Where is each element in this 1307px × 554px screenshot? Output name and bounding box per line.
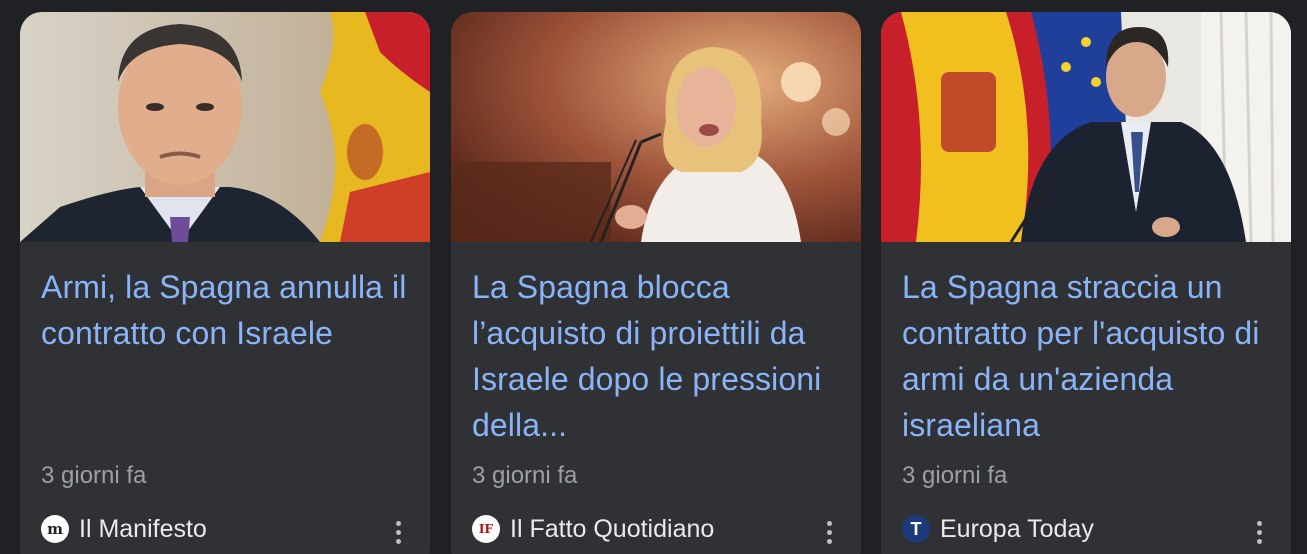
il-fatto-quotidiano-logo-icon: IF <box>472 515 500 543</box>
europa-today-logo-icon: T <box>902 515 930 543</box>
news-timestamp: 3 giorni fa <box>902 462 1008 489</box>
news-headline[interactable]: La Spagna blocca l’acquisto di proiettil… <box>472 264 847 448</box>
news-source-name: Il Fatto Quotidiano <box>510 514 715 543</box>
news-source-name: Il Manifesto <box>79 514 207 543</box>
news-thumbnail[interactable] <box>451 12 861 242</box>
news-card[interactable]: La Spagna blocca l’acquisto di proiettil… <box>451 12 861 554</box>
news-card[interactable]: Armi, la Spagna annulla il contratto con… <box>20 12 430 554</box>
more-options-icon[interactable] <box>817 517 841 547</box>
news-timestamp: 3 giorni fa <box>41 462 147 489</box>
more-options-icon[interactable] <box>386 517 410 547</box>
more-options-icon[interactable] <box>1247 517 1271 547</box>
news-carousel: Armi, la Spagna annulla il contratto con… <box>0 0 1307 554</box>
news-source: m Il Manifesto <box>41 512 207 546</box>
news-headline[interactable]: Armi, la Spagna annulla il contratto con… <box>41 264 416 356</box>
news-source-name: Europa Today <box>940 514 1094 543</box>
news-thumbnail[interactable] <box>20 12 430 242</box>
news-timestamp: 3 giorni fa <box>472 462 578 489</box>
news-thumbnail[interactable] <box>881 12 1291 242</box>
news-headline[interactable]: La Spagna straccia un contratto per l'ac… <box>902 264 1277 448</box>
news-card[interactable]: La Spagna straccia un contratto per l'ac… <box>881 12 1291 554</box>
il-manifesto-logo-icon: m <box>41 515 69 543</box>
news-source: IF Il Fatto Quotidiano <box>472 512 714 546</box>
news-source: T Europa Today <box>902 512 1094 546</box>
